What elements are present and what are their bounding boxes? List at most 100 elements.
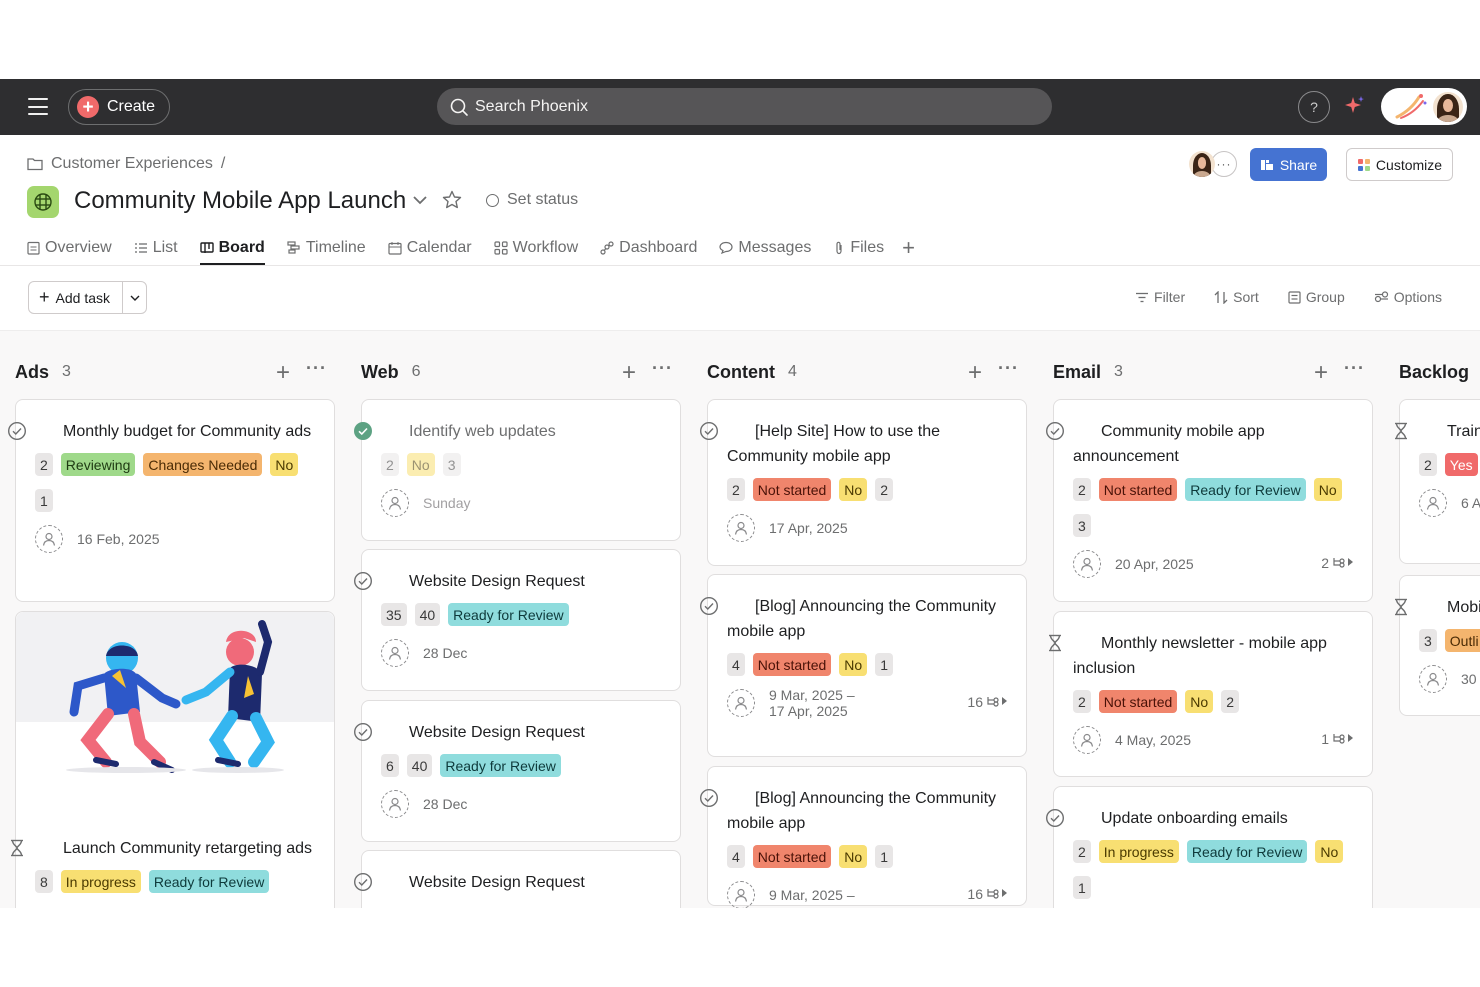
due-date[interactable]: 28 Dec [423, 796, 467, 812]
task-card[interactable]: Website Design Request 6 40 Ready for Revie… [353, 700, 681, 842]
task-title[interactable]: Launch Community retargeting ads [11, 836, 316, 861]
check-circle-icon[interactable] [353, 722, 373, 750]
field-number[interactable]: 2 [1073, 840, 1091, 863]
column-title[interactable]: Content [707, 362, 775, 383]
subtask-count[interactable]: 2 [1321, 555, 1354, 571]
tab-files[interactable]: Files [833, 231, 884, 264]
assignee-avatar-icon[interactable] [381, 489, 409, 517]
tab-dashboard[interactable]: Dashboard [600, 231, 697, 264]
due-date[interactable]: 17 Apr, 2025 [769, 520, 848, 536]
field-number[interactable]: 2 [875, 478, 893, 501]
status-badge[interactable]: Reviewing [60, 453, 136, 476]
hourglass-icon[interactable] [1391, 421, 1411, 449]
field-number[interactable]: 1 [875, 653, 893, 676]
task-title[interactable]: Monthly newsletter - mobile app inclusio… [1049, 631, 1354, 681]
task-card[interactable]: Mobi 3 Outli 30 [1395, 575, 1480, 716]
assignee-avatar-icon[interactable] [727, 689, 755, 717]
more-options-icon[interactable]: ··· [998, 358, 1019, 379]
add-task-main[interactable]: + Add task [29, 282, 122, 313]
status-badge[interactable]: No [839, 845, 868, 868]
task-card[interactable]: Update onboarding emails 2 In progress Read… [1045, 786, 1373, 908]
status-badge[interactable]: Not started [752, 653, 832, 676]
check-circle-icon[interactable] [353, 872, 373, 900]
field-number[interactable]: 1 [1073, 876, 1091, 899]
check-circle-icon[interactable] [1045, 808, 1065, 836]
add-task-icon[interactable]: + [276, 359, 290, 387]
status-badge[interactable]: Outli [1444, 629, 1480, 652]
status-badge[interactable]: Ready for Review [1185, 478, 1306, 501]
add-task-icon[interactable]: + [622, 359, 636, 387]
field-number[interactable]: 35 [381, 603, 407, 626]
check-circle-icon[interactable] [699, 788, 719, 816]
status-badge[interactable]: In progress [60, 870, 141, 893]
due-date[interactable]: 4 May, 2025 [1115, 732, 1191, 748]
task-card[interactable]: Monthly budget for Community ads 2 Reviewi… [7, 399, 335, 602]
due-date[interactable]: 28 Dec [423, 645, 467, 661]
field-number[interactable]: 2 [1419, 453, 1437, 476]
task-card[interactable]: Community mobile app announcement 2 Not st… [1045, 399, 1373, 602]
tab-workflow[interactable]: Workflow [494, 231, 578, 264]
field-number[interactable]: 2 [1073, 478, 1091, 501]
task-card[interactable]: Website Design Request [353, 850, 681, 908]
check-done-icon[interactable] [353, 421, 373, 449]
field-number[interactable]: 1 [875, 845, 893, 868]
menu-icon[interactable] [28, 98, 48, 115]
breadcrumb[interactable]: Customer Experiences / [27, 155, 225, 173]
field-number[interactable]: 2 [1073, 690, 1091, 713]
task-title[interactable]: Identify web updates [354, 419, 662, 444]
status-badge[interactable]: Ready for Review [448, 603, 569, 626]
field-number[interactable]: 2 [35, 453, 53, 476]
status-badge[interactable]: No [839, 653, 868, 676]
task-card[interactable]: [Help Site] How to use the Community mob… [699, 399, 1027, 566]
task-title[interactable]: Website Design Request [353, 870, 662, 895]
subtask-count[interactable]: 1 [1321, 731, 1354, 747]
check-circle-icon[interactable] [699, 421, 719, 449]
task-card[interactable]: Identify web updates 2 No 3 Sunday [354, 399, 681, 541]
field-number[interactable]: 1 [35, 489, 53, 512]
account-menu[interactable] [1381, 88, 1467, 125]
breadcrumb-portfolio[interactable]: Customer Experiences [51, 155, 213, 173]
field-number[interactable]: 4 [727, 653, 745, 676]
assignee-avatar-icon[interactable] [1419, 489, 1447, 517]
due-date[interactable]: 30 [1461, 671, 1477, 687]
due-date[interactable]: 6 A [1461, 495, 1480, 511]
status-badge[interactable]: Yes [1444, 453, 1478, 476]
tab-timeline[interactable]: Timeline [287, 231, 366, 264]
status-badge[interactable]: No [1313, 478, 1342, 501]
search-input[interactable]: Search Phoenix [437, 88, 1052, 125]
task-card[interactable]: Monthly newsletter - mobile app inclusio… [1049, 611, 1373, 777]
field-number[interactable]: 3 [1419, 629, 1437, 652]
star-icon[interactable] [442, 190, 462, 210]
help-button[interactable]: ? [1298, 91, 1330, 123]
task-card[interactable]: [Blog] Announcing the Community mobile a… [699, 766, 1027, 908]
filter-button[interactable]: Filter [1135, 289, 1185, 305]
assignee-avatar-icon[interactable] [727, 881, 755, 908]
column-title[interactable]: Ads [15, 362, 49, 383]
status-badge[interactable]: Not started [1098, 690, 1178, 713]
column-title[interactable]: Web [361, 362, 399, 383]
task-card[interactable]: Website Design Request 35 40 Ready for Revi… [353, 549, 681, 691]
more-options-icon[interactable]: ··· [652, 358, 673, 379]
status-badge[interactable]: Changes Needed [143, 453, 263, 476]
chevron-down-icon[interactable] [412, 195, 428, 205]
field-number[interactable]: 40 [414, 603, 441, 626]
due-date[interactable]: 9 Mar, 2025 –17 Apr, 2025 [769, 687, 855, 719]
hourglass-icon[interactable] [1391, 597, 1411, 625]
status-badge[interactable]: Ready for Review [148, 870, 270, 893]
field-number[interactable]: 2 [727, 478, 745, 501]
field-number[interactable]: 3 [1073, 514, 1091, 537]
field-number[interactable]: 40 [406, 754, 433, 777]
task-title[interactable]: [Help Site] How to use the Community mob… [699, 419, 1008, 469]
options-button[interactable]: Options [1374, 289, 1442, 305]
status-badge[interactable]: No [1315, 840, 1344, 863]
check-circle-icon[interactable] [1045, 421, 1065, 449]
task-title[interactable]: Website Design Request [353, 569, 662, 594]
more-options-icon[interactable]: ··· [306, 358, 327, 379]
task-title[interactable]: Community mobile app announcement [1045, 419, 1354, 469]
project-members[interactable]: ··· [1189, 151, 1237, 177]
status-badge[interactable]: Not started [752, 845, 832, 868]
customize-button[interactable]: Customize [1346, 148, 1453, 181]
create-button[interactable]: + Create [68, 89, 170, 125]
status-badge[interactable]: Ready for Review [1186, 840, 1308, 863]
hourglass-icon[interactable] [1045, 633, 1065, 661]
